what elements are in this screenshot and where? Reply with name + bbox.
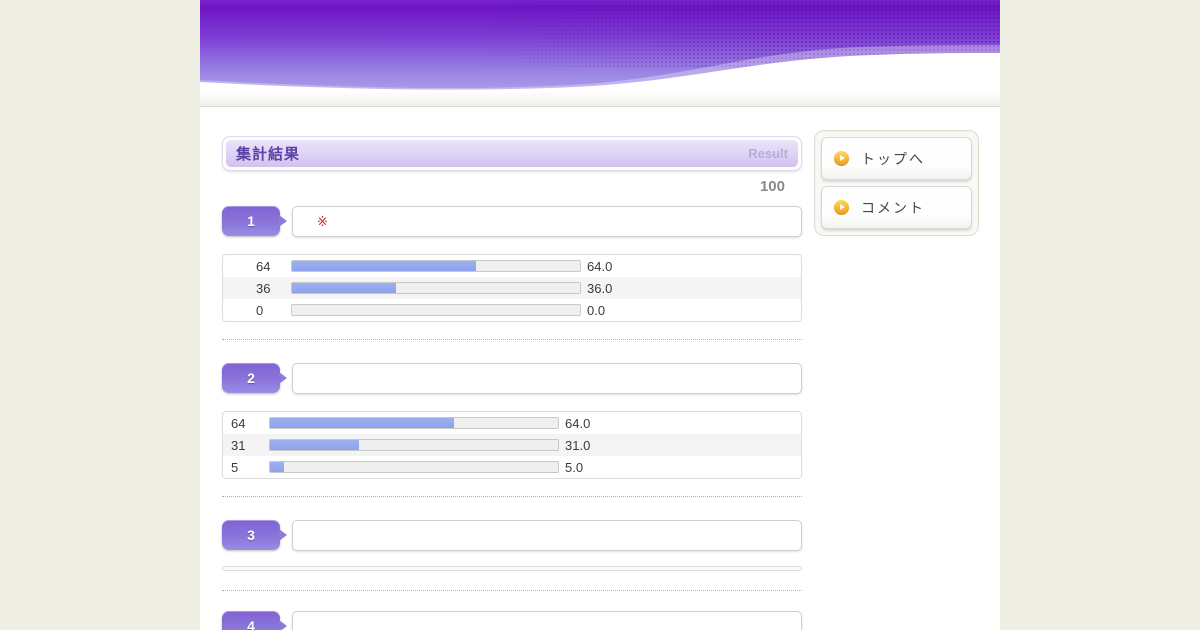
page-header-banner (200, 0, 1000, 92)
table-row: 36 36.0 (223, 277, 801, 299)
empty-results-table (222, 566, 802, 571)
question-number-badge: 1 (222, 206, 287, 236)
bar-track (291, 304, 581, 316)
row-count: 0 (256, 302, 264, 318)
required-mark: ※ (317, 213, 328, 229)
question-separator (222, 496, 802, 497)
row-count: 64 (256, 258, 271, 274)
question-text-box (292, 520, 802, 551)
comment-button[interactable]: コメント (821, 186, 972, 229)
bar-fill (292, 283, 396, 293)
page-title-subtitle: Result (748, 146, 788, 161)
row-percent: 64.0 (565, 415, 591, 431)
bar-track (269, 461, 559, 473)
bar-fill (270, 418, 455, 428)
comment-button-label: コメント (861, 199, 925, 216)
bar-track (269, 417, 559, 429)
question-text-box (292, 611, 802, 630)
top-button[interactable]: トップへ (821, 137, 972, 180)
bar-track (269, 439, 559, 451)
table-row: 5 5.0 (223, 456, 801, 478)
table-row: 0 0.0 (223, 299, 801, 321)
top-button-label: トップへ (861, 150, 925, 167)
section-title-bar: 集計結果 Result (222, 136, 802, 171)
question-block-4: 4 (222, 611, 802, 630)
bar-cell (291, 260, 581, 272)
bar-fill (292, 261, 477, 271)
section-title-inner: 集計結果 Result (226, 140, 798, 167)
bar-track (291, 260, 581, 272)
sidebar-nav-box: トップへ コメント (814, 130, 979, 236)
header-wave (200, 45, 1000, 92)
question-separator (222, 590, 802, 591)
bar-cell (269, 461, 559, 473)
sidebar: トップへ コメント (814, 130, 979, 630)
row-percent: 31.0 (565, 437, 591, 453)
question-number-badge: 2 (222, 363, 287, 393)
row-percent: 0.0 (587, 302, 606, 318)
row-percent: 36.0 (587, 280, 613, 296)
row-count: 36 (256, 280, 271, 296)
header-divider-strip (200, 92, 1000, 107)
question-block-1: 1 ※ 64 64.0 36 36.0 0 0.0 (222, 206, 802, 340)
row-percent: 5.0 (565, 459, 584, 475)
bar-fill (270, 440, 360, 450)
question-number-badge: 3 (222, 520, 287, 550)
question-number-badge: 4 (222, 611, 287, 630)
bar-cell (269, 417, 559, 429)
question-header: 1 ※ (222, 206, 802, 237)
bar-fill (270, 462, 285, 472)
question-text-box (292, 363, 802, 394)
play-circle-icon (834, 151, 849, 166)
bar-track (291, 282, 581, 294)
play-circle-icon (834, 200, 849, 215)
table-row: 31 31.0 (223, 434, 801, 456)
total-responses: 100 (759, 178, 785, 195)
bar-cell (269, 439, 559, 451)
main-area: 集計結果 Result 100 1 ※ 64 64.0 36 36.0 0 0.… (200, 107, 1000, 630)
question-header: 3 (222, 520, 802, 551)
question-block-3: 3 (222, 520, 802, 591)
bar-cell (291, 282, 581, 294)
results-table: 64 64.0 36 36.0 0 0.0 (222, 254, 802, 322)
table-row: 64 64.0 (223, 412, 801, 434)
page-column: 集計結果 Result 100 1 ※ 64 64.0 36 36.0 0 0.… (200, 0, 1000, 630)
row-count: 64 (231, 415, 246, 431)
question-text-box: ※ (292, 206, 802, 237)
question-separator (222, 339, 802, 340)
bar-cell (291, 304, 581, 316)
table-row: 64 64.0 (223, 255, 801, 277)
row-count: 5 (231, 459, 239, 475)
results-column: 集計結果 Result 100 1 ※ 64 64.0 36 36.0 0 0.… (222, 136, 802, 630)
question-header: 4 (222, 611, 802, 630)
question-block-2: 2 64 64.0 31 31.0 5 5.0 (222, 363, 802, 497)
results-table: 64 64.0 31 31.0 5 5.0 (222, 411, 802, 479)
row-percent: 64.0 (587, 258, 613, 274)
page-title: 集計結果 (236, 146, 301, 163)
row-count: 31 (231, 437, 246, 453)
question-header: 2 (222, 363, 802, 394)
